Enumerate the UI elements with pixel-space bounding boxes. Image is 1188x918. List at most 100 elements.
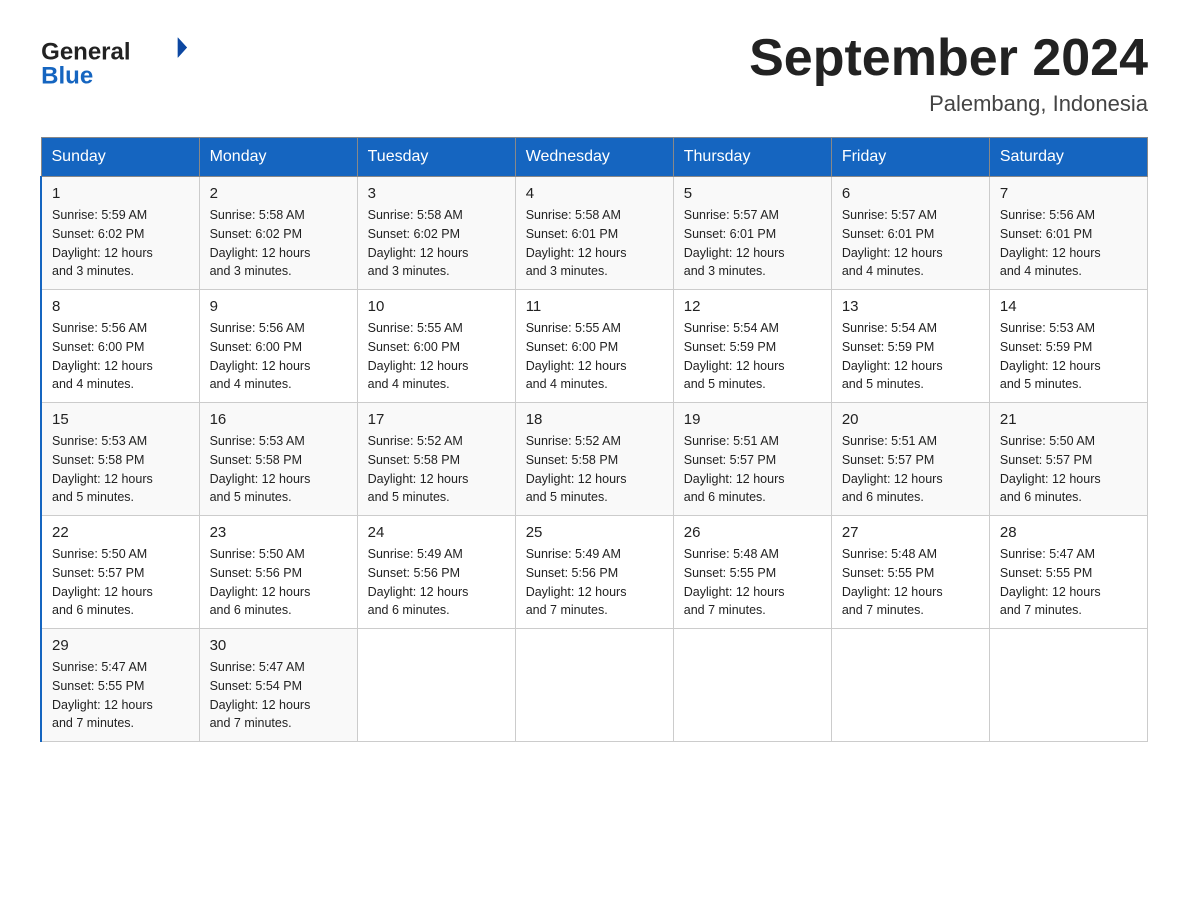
day-info: Sunrise: 5:52 AMSunset: 5:58 PMDaylight:…	[526, 432, 663, 507]
calendar-cell: 12Sunrise: 5:54 AMSunset: 5:59 PMDayligh…	[673, 290, 831, 403]
day-info: Sunrise: 5:55 AMSunset: 6:00 PMDaylight:…	[368, 319, 505, 394]
day-info: Sunrise: 5:54 AMSunset: 5:59 PMDaylight:…	[684, 319, 821, 394]
calendar-cell: 26 Sunrise: 5:48 AMSunset: 5:55 PMDayligh…	[673, 516, 831, 629]
day-number: 3	[368, 185, 505, 202]
calendar-cell: 8 Sunrise: 5:56 AMSunset: 6:00 PMDaylight…	[41, 290, 199, 403]
day-info: Sunrise: 5:49 AMSunset: 5:56 PMDaylight:…	[368, 545, 505, 620]
day-info: Sunrise: 5:48 AMSunset: 5:55 PMDaylight:…	[842, 545, 979, 620]
calendar-week-row: 29 Sunrise: 5:47 AMSunset: 5:55 PMDayligh…	[41, 629, 1148, 742]
logo: General Blue	[40, 30, 190, 90]
calendar-week-row: 1 Sunrise: 5:59 AMSunset: 6:02 PMDaylight…	[41, 177, 1148, 290]
calendar-cell: 9 Sunrise: 5:56 AMSunset: 6:00 PMDaylight…	[199, 290, 357, 403]
calendar-cell: 25 Sunrise: 5:49 AMSunset: 5:56 PMDayligh…	[515, 516, 673, 629]
calendar-cell: 6Sunrise: 5:57 AMSunset: 6:01 PMDaylight…	[831, 177, 989, 290]
col-thursday: Thursday	[673, 138, 831, 177]
calendar-week-row: 8 Sunrise: 5:56 AMSunset: 6:00 PMDaylight…	[41, 290, 1148, 403]
day-info: Sunrise: 5:57 AMSunset: 6:01 PMDaylight:…	[842, 206, 979, 281]
day-number: 7	[1000, 185, 1137, 202]
day-number: 22	[52, 524, 189, 541]
day-info: Sunrise: 5:56 AMSunset: 6:01 PMDaylight:…	[1000, 206, 1137, 281]
day-number: 27	[842, 524, 979, 541]
calendar-cell: 19 Sunrise: 5:51 AMSunset: 5:57 PMDayligh…	[673, 403, 831, 516]
calendar-cell: 3 Sunrise: 5:58 AMSunset: 6:02 PMDaylight…	[357, 177, 515, 290]
day-number: 8	[52, 298, 189, 315]
calendar-cell: 18 Sunrise: 5:52 AMSunset: 5:58 PMDayligh…	[515, 403, 673, 516]
day-info: Sunrise: 5:56 AMSunset: 6:00 PMDaylight:…	[210, 319, 347, 394]
day-number: 11	[526, 298, 663, 315]
day-info: Sunrise: 5:47 AMSunset: 5:54 PMDaylight:…	[210, 658, 347, 733]
calendar-cell: 13 Sunrise: 5:54 AMSunset: 5:59 PMDayligh…	[831, 290, 989, 403]
calendar-cell	[831, 629, 989, 742]
day-info: Sunrise: 5:58 AMSunset: 6:01 PMDaylight:…	[526, 206, 663, 281]
day-number: 17	[368, 411, 505, 428]
svg-text:General: General	[41, 39, 130, 66]
day-number: 4	[526, 185, 663, 202]
title-block: September 2024 Palembang, Indonesia	[749, 30, 1148, 117]
day-info: Sunrise: 5:53 AMSunset: 5:59 PMDaylight:…	[1000, 319, 1137, 394]
day-number: 21	[1000, 411, 1137, 428]
day-info: Sunrise: 5:51 AMSunset: 5:57 PMDaylight:…	[684, 432, 821, 507]
day-number: 16	[210, 411, 347, 428]
calendar-header-row: Sunday Monday Tuesday Wednesday Thursday…	[41, 138, 1148, 177]
calendar-cell: 28Sunrise: 5:47 AMSunset: 5:55 PMDayligh…	[989, 516, 1147, 629]
calendar-cell: 11 Sunrise: 5:55 AMSunset: 6:00 PMDayligh…	[515, 290, 673, 403]
day-number: 25	[526, 524, 663, 541]
day-number: 14	[1000, 298, 1137, 315]
calendar-cell: 10Sunrise: 5:55 AMSunset: 6:00 PMDayligh…	[357, 290, 515, 403]
day-number: 23	[210, 524, 347, 541]
calendar-week-row: 15Sunrise: 5:53 AMSunset: 5:58 PMDayligh…	[41, 403, 1148, 516]
calendar-cell: 27 Sunrise: 5:48 AMSunset: 5:55 PMDayligh…	[831, 516, 989, 629]
calendar-cell: 4 Sunrise: 5:58 AMSunset: 6:01 PMDaylight…	[515, 177, 673, 290]
day-info: Sunrise: 5:57 AMSunset: 6:01 PMDaylight:…	[684, 206, 821, 281]
page-header: General Blue September 2024 Palembang, I…	[40, 30, 1148, 117]
day-info: Sunrise: 5:48 AMSunset: 5:55 PMDaylight:…	[684, 545, 821, 620]
day-number: 20	[842, 411, 979, 428]
calendar-cell: 2 Sunrise: 5:58 AMSunset: 6:02 PMDaylight…	[199, 177, 357, 290]
col-tuesday: Tuesday	[357, 138, 515, 177]
day-info: Sunrise: 5:49 AMSunset: 5:56 PMDaylight:…	[526, 545, 663, 620]
calendar-table: Sunday Monday Tuesday Wednesday Thursday…	[40, 137, 1148, 742]
col-friday: Friday	[831, 138, 989, 177]
day-number: 1	[52, 185, 189, 202]
day-info: Sunrise: 5:51 AMSunset: 5:57 PMDaylight:…	[842, 432, 979, 507]
day-info: Sunrise: 5:58 AMSunset: 6:02 PMDaylight:…	[368, 206, 505, 281]
calendar-cell: 16Sunrise: 5:53 AMSunset: 5:58 PMDayligh…	[199, 403, 357, 516]
day-number: 26	[684, 524, 821, 541]
calendar-cell: 22Sunrise: 5:50 AMSunset: 5:57 PMDayligh…	[41, 516, 199, 629]
day-number: 18	[526, 411, 663, 428]
calendar-cell: 1 Sunrise: 5:59 AMSunset: 6:02 PMDaylight…	[41, 177, 199, 290]
day-number: 30	[210, 637, 347, 654]
day-number: 29	[52, 637, 189, 654]
day-number: 19	[684, 411, 821, 428]
calendar-cell: 30 Sunrise: 5:47 AMSunset: 5:54 PMDayligh…	[199, 629, 357, 742]
calendar-cell: 21Sunrise: 5:50 AMSunset: 5:57 PMDayligh…	[989, 403, 1147, 516]
day-number: 9	[210, 298, 347, 315]
day-number: 13	[842, 298, 979, 315]
day-info: Sunrise: 5:58 AMSunset: 6:02 PMDaylight:…	[210, 206, 347, 281]
day-number: 2	[210, 185, 347, 202]
calendar-cell: 15Sunrise: 5:53 AMSunset: 5:58 PMDayligh…	[41, 403, 199, 516]
day-info: Sunrise: 5:55 AMSunset: 6:00 PMDaylight:…	[526, 319, 663, 394]
calendar-cell	[673, 629, 831, 742]
calendar-week-row: 22Sunrise: 5:50 AMSunset: 5:57 PMDayligh…	[41, 516, 1148, 629]
day-info: Sunrise: 5:52 AMSunset: 5:58 PMDaylight:…	[368, 432, 505, 507]
calendar-cell: 7 Sunrise: 5:56 AMSunset: 6:01 PMDaylight…	[989, 177, 1147, 290]
col-saturday: Saturday	[989, 138, 1147, 177]
calendar-cell	[357, 629, 515, 742]
day-info: Sunrise: 5:56 AMSunset: 6:00 PMDaylight:…	[52, 319, 189, 394]
calendar-cell	[515, 629, 673, 742]
col-monday: Monday	[199, 138, 357, 177]
calendar-cell	[989, 629, 1147, 742]
calendar-cell: 5 Sunrise: 5:57 AMSunset: 6:01 PMDaylight…	[673, 177, 831, 290]
day-info: Sunrise: 5:54 AMSunset: 5:59 PMDaylight:…	[842, 319, 979, 394]
day-number: 5	[684, 185, 821, 202]
day-info: Sunrise: 5:59 AMSunset: 6:02 PMDaylight:…	[52, 206, 189, 281]
day-number: 15	[52, 411, 189, 428]
col-sunday: Sunday	[41, 138, 199, 177]
calendar-cell: 29 Sunrise: 5:47 AMSunset: 5:55 PMDayligh…	[41, 629, 199, 742]
col-wednesday: Wednesday	[515, 138, 673, 177]
day-number: 28	[1000, 524, 1137, 541]
day-info: Sunrise: 5:47 AMSunset: 5:55 PMDaylight:…	[52, 658, 189, 733]
logo-svg: General Blue	[40, 30, 190, 90]
svg-text:Blue: Blue	[41, 63, 93, 90]
